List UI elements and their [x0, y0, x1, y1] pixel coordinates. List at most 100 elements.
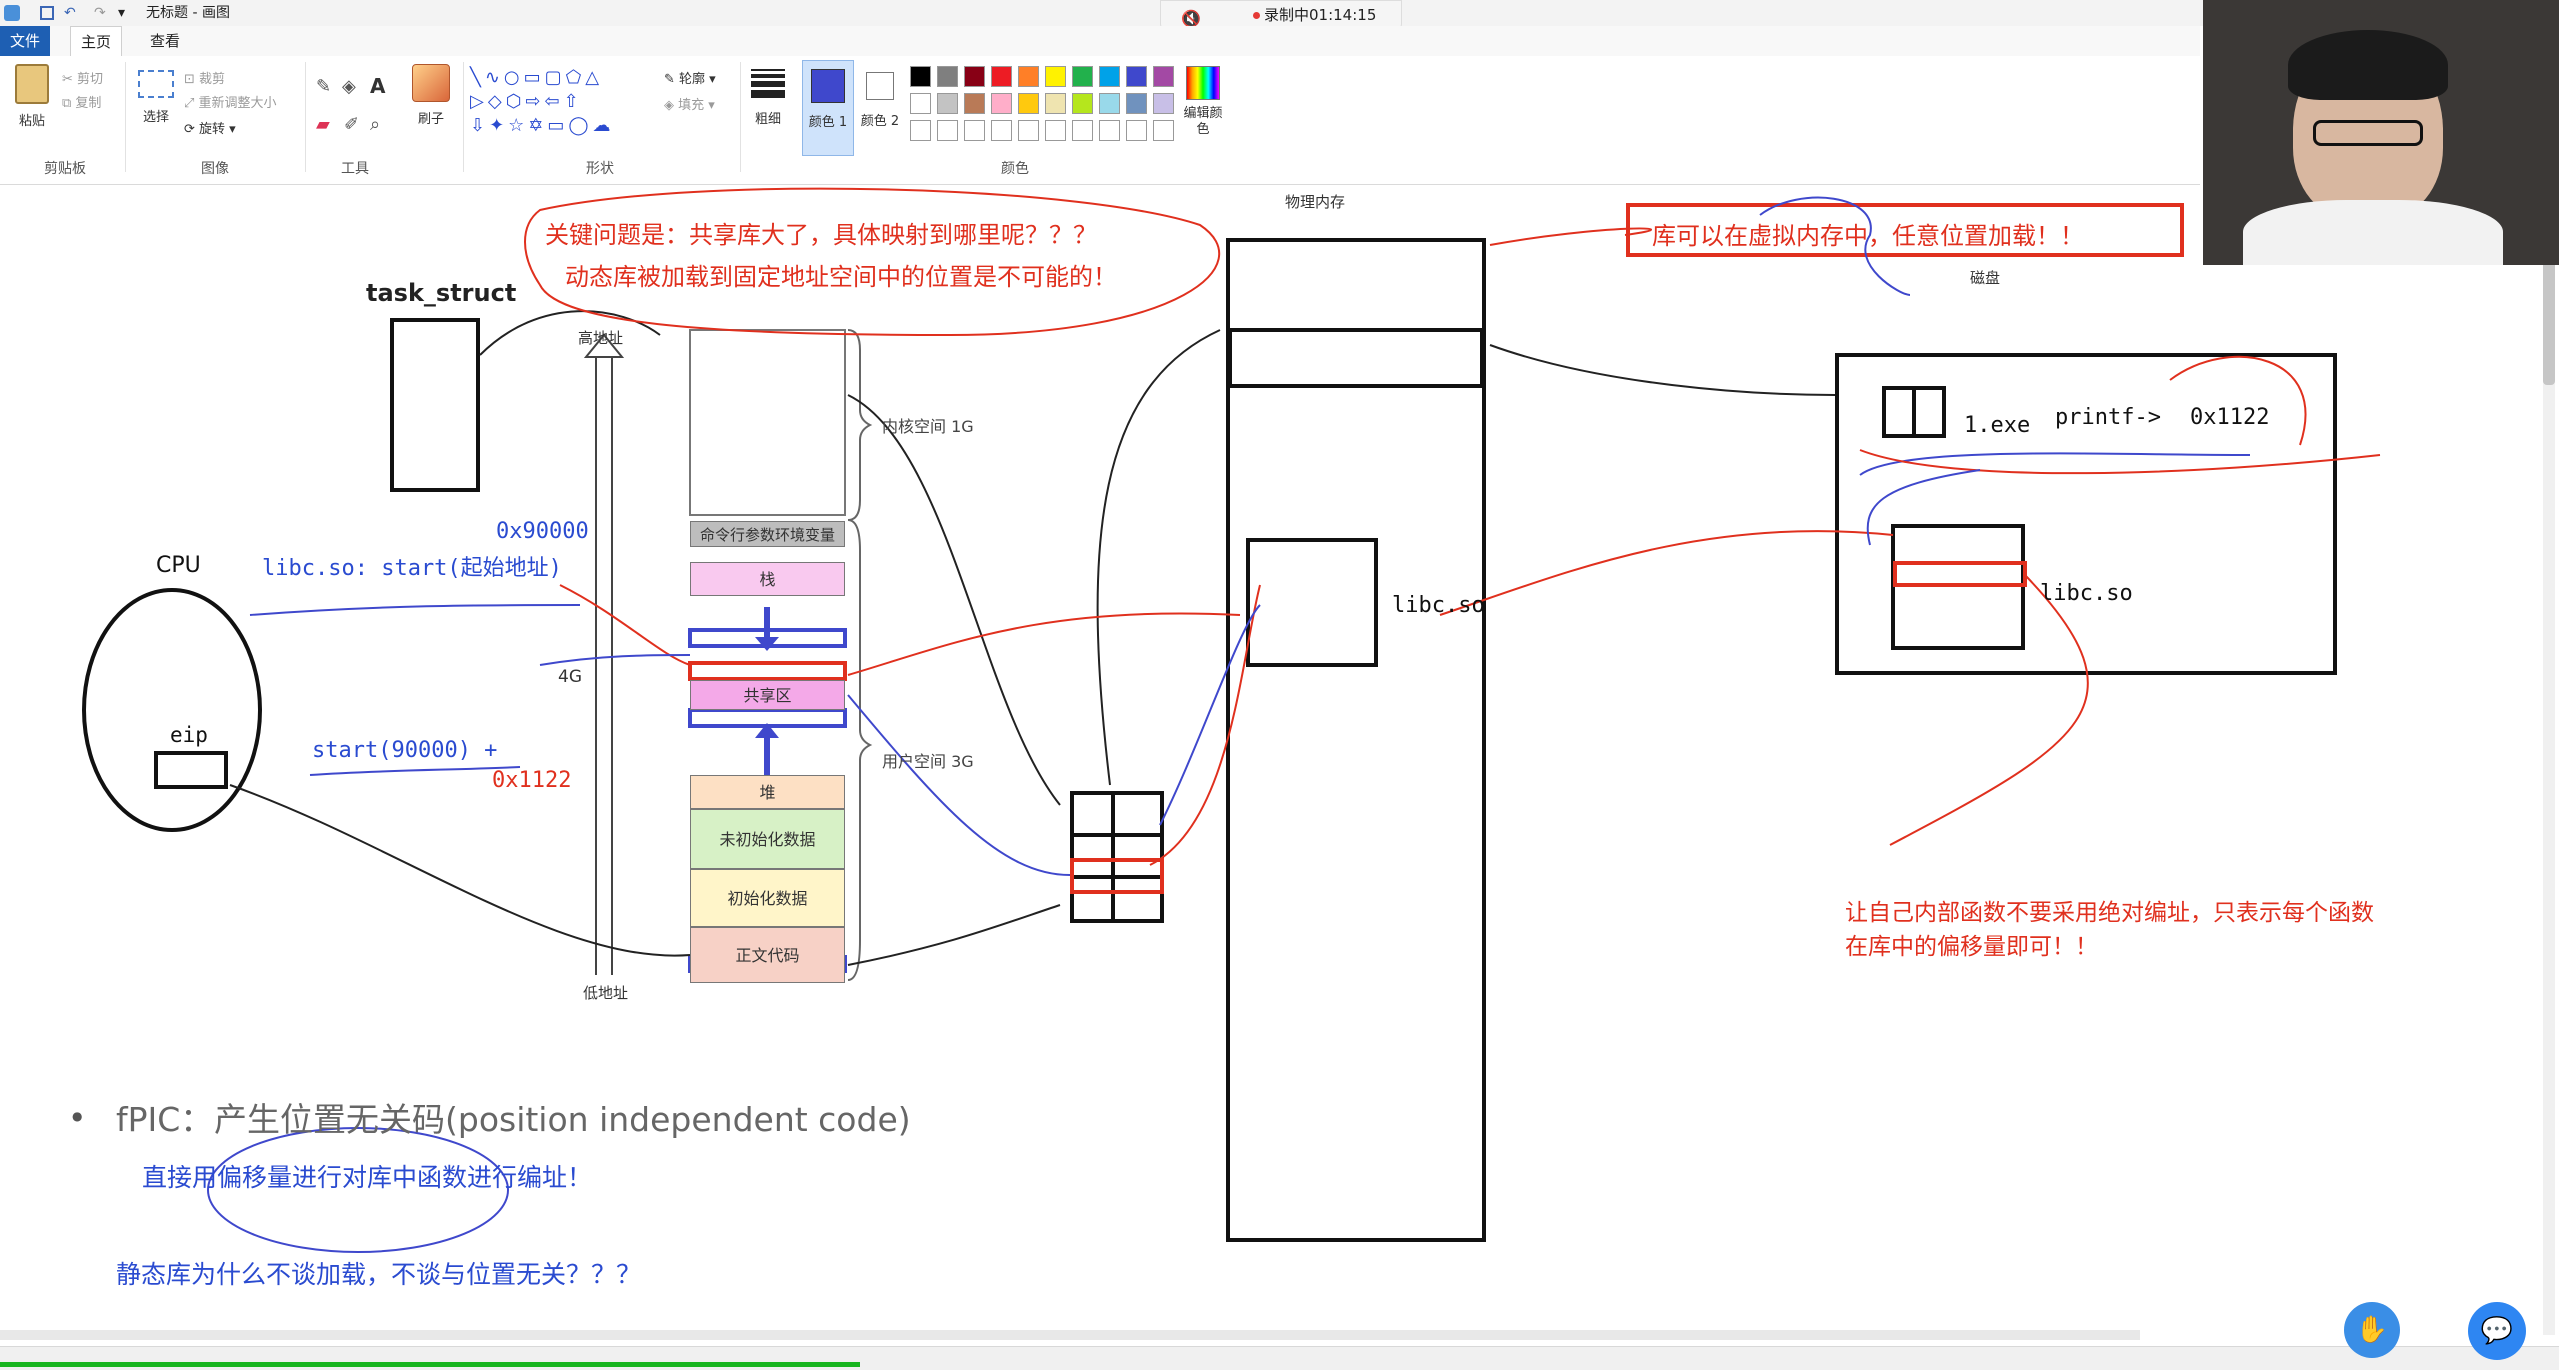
- color-swatch[interactable]: [937, 66, 958, 87]
- eraser-icon[interactable]: ▰: [316, 114, 330, 135]
- color-swatch[interactable]: [1045, 120, 1066, 141]
- color-swatch[interactable]: [937, 120, 958, 141]
- start-expr-underline: [309, 766, 521, 776]
- color-swatch[interactable]: [991, 66, 1012, 87]
- color-swatch[interactable]: [937, 93, 958, 114]
- color-swatch[interactable]: [1045, 93, 1066, 114]
- clipboard-group-label: 剪贴板: [44, 161, 86, 177]
- horizontal-scrollbar[interactable]: [0, 1330, 2140, 1340]
- disk-to-physical-line: [1489, 344, 1836, 396]
- fill-button[interactable]: ◈ 填充 ▾: [664, 94, 715, 113]
- glasses-shape: [2313, 120, 2423, 146]
- color1-button[interactable]: 颜色 1: [802, 60, 854, 156]
- select-button[interactable]: 选择: [136, 70, 176, 154]
- color1-label: 颜色 1: [808, 115, 848, 130]
- fill-bucket-icon[interactable]: ◈: [342, 76, 356, 97]
- color-swatch[interactable]: [964, 120, 985, 141]
- paste-label: 粘贴: [18, 114, 45, 129]
- shared-highlight-blue-2: [688, 708, 847, 728]
- save-icon[interactable]: [40, 6, 54, 20]
- color-swatch[interactable]: [964, 66, 985, 87]
- color-swatch[interactable]: [1045, 66, 1066, 87]
- color-swatch[interactable]: [1099, 66, 1120, 87]
- hand-raise-button[interactable]: ✋: [2344, 1302, 2400, 1358]
- drawing-canvas[interactable]: task_struct 高地址 低地址 CPU eip 4G 0x90000 l…: [0, 185, 2559, 1335]
- color-swatch[interactable]: [910, 66, 931, 87]
- select-label: 选择: [142, 110, 169, 125]
- shapes-row-3: ⇩✦☆✡▭◯☁: [470, 115, 615, 136]
- color-palette[interactable]: [910, 66, 1180, 156]
- cut-button[interactable]: ✂ 剪切: [62, 68, 103, 87]
- color-swatch[interactable]: [1153, 93, 1174, 114]
- tab-file[interactable]: 文件: [0, 26, 51, 56]
- tab-view[interactable]: 查看: [140, 26, 190, 56]
- tab-home[interactable]: 主页: [70, 26, 123, 57]
- cpu-label: CPU: [156, 553, 201, 578]
- disk-label: 磁盘: [1970, 269, 2001, 287]
- rotate-button[interactable]: ⟳ 旋转 ▾: [184, 118, 236, 137]
- shapes-group-label: 形状: [586, 161, 614, 177]
- color-swatch[interactable]: [1099, 93, 1120, 114]
- offset-note-line-2: 在库中的偏移量即可！！: [1845, 934, 2098, 960]
- color-swatch[interactable]: [1072, 93, 1093, 114]
- color-swatch[interactable]: [1126, 120, 1147, 141]
- color1-swatch: [811, 69, 845, 103]
- quick-access-dropdown-icon[interactable]: ▾: [118, 0, 125, 26]
- shared-to-pagetable-blue: [847, 694, 1071, 876]
- segment-heap: 堆: [690, 775, 845, 809]
- pencil-icon[interactable]: ✎: [316, 76, 331, 97]
- color-swatch[interactable]: [1099, 120, 1120, 141]
- eip-to-code-line: [229, 784, 691, 957]
- magnifier-icon[interactable]: ⌕: [370, 114, 380, 135]
- edit-colors-button[interactable]: 编辑颜色: [1180, 66, 1226, 156]
- base-address-label: 0x90000: [496, 519, 589, 544]
- color-swatch[interactable]: [910, 93, 931, 114]
- code-to-pagetable-line: [847, 904, 1061, 966]
- brush-icon: [412, 64, 450, 102]
- undo-icon[interactable]: ↶: [64, 0, 76, 26]
- color-swatch[interactable]: [1153, 66, 1174, 87]
- resize-button[interactable]: ⤢ 重新调整大小: [184, 92, 277, 111]
- color-swatch[interactable]: [910, 120, 931, 141]
- color2-button[interactable]: 颜色 2: [858, 60, 902, 154]
- physical-memory-box: [1226, 238, 1486, 1242]
- vertical-scrollbar[interactable]: [2543, 185, 2555, 1335]
- color-swatch[interactable]: [1072, 66, 1093, 87]
- color-swatch[interactable]: [991, 93, 1012, 114]
- color-swatch[interactable]: [1018, 120, 1039, 141]
- fill-label: 填充: [678, 98, 705, 113]
- color-swatch[interactable]: [964, 93, 985, 114]
- color-picker-icon[interactable]: ✐: [344, 114, 359, 135]
- physical-libc-block: [1246, 538, 1378, 667]
- color-swatch[interactable]: [1072, 120, 1093, 141]
- outline-button[interactable]: ✎ 轮廓 ▾: [664, 68, 716, 87]
- brush-button[interactable]: 刷子: [408, 64, 454, 154]
- color-swatch[interactable]: [1018, 93, 1039, 114]
- image-group-label: 图像: [201, 161, 229, 177]
- recording-time: 录制中01:14:15: [1264, 6, 1377, 24]
- crop-label: 裁剪: [199, 72, 226, 87]
- outline-label: 轮廓: [679, 72, 706, 87]
- redo-icon[interactable]: ↷: [94, 0, 106, 26]
- color-swatch[interactable]: [1153, 120, 1174, 141]
- segment-text: 正文代码: [690, 927, 845, 983]
- shirt-shape: [2243, 200, 2503, 265]
- size-button[interactable]: 粗细: [748, 66, 788, 156]
- segment-stack: 栈: [690, 562, 845, 596]
- text-tool-icon[interactable]: A: [370, 74, 385, 98]
- color-swatch[interactable]: [991, 120, 1012, 141]
- kernel-to-pagetable-line: [847, 394, 1061, 806]
- crop-button[interactable]: ⊡ 裁剪: [184, 68, 225, 87]
- shapes-gallery[interactable]: ╲∿○▭▢⬠△ ▷◇⬡⇨⇦⇧ ⇩✦☆✡▭◯☁: [470, 66, 650, 142]
- paste-button[interactable]: 粘贴: [10, 64, 54, 154]
- high-address-label: 高地址: [578, 329, 624, 347]
- printf-address-label: 0x1122: [2190, 405, 2270, 430]
- window-title: 无标题 - 画图: [146, 5, 230, 21]
- copy-button[interactable]: ⧉ 复制: [62, 92, 101, 111]
- color-swatch[interactable]: [1018, 66, 1039, 87]
- static-lib-question: 静态库为什么不谈加载，不谈与位置无关？？？: [116, 1260, 642, 1289]
- kernel-space-block: [689, 329, 846, 516]
- color-swatch[interactable]: [1126, 66, 1147, 87]
- chat-button[interactable]: 💬: [2468, 1302, 2526, 1360]
- color-swatch[interactable]: [1126, 93, 1147, 114]
